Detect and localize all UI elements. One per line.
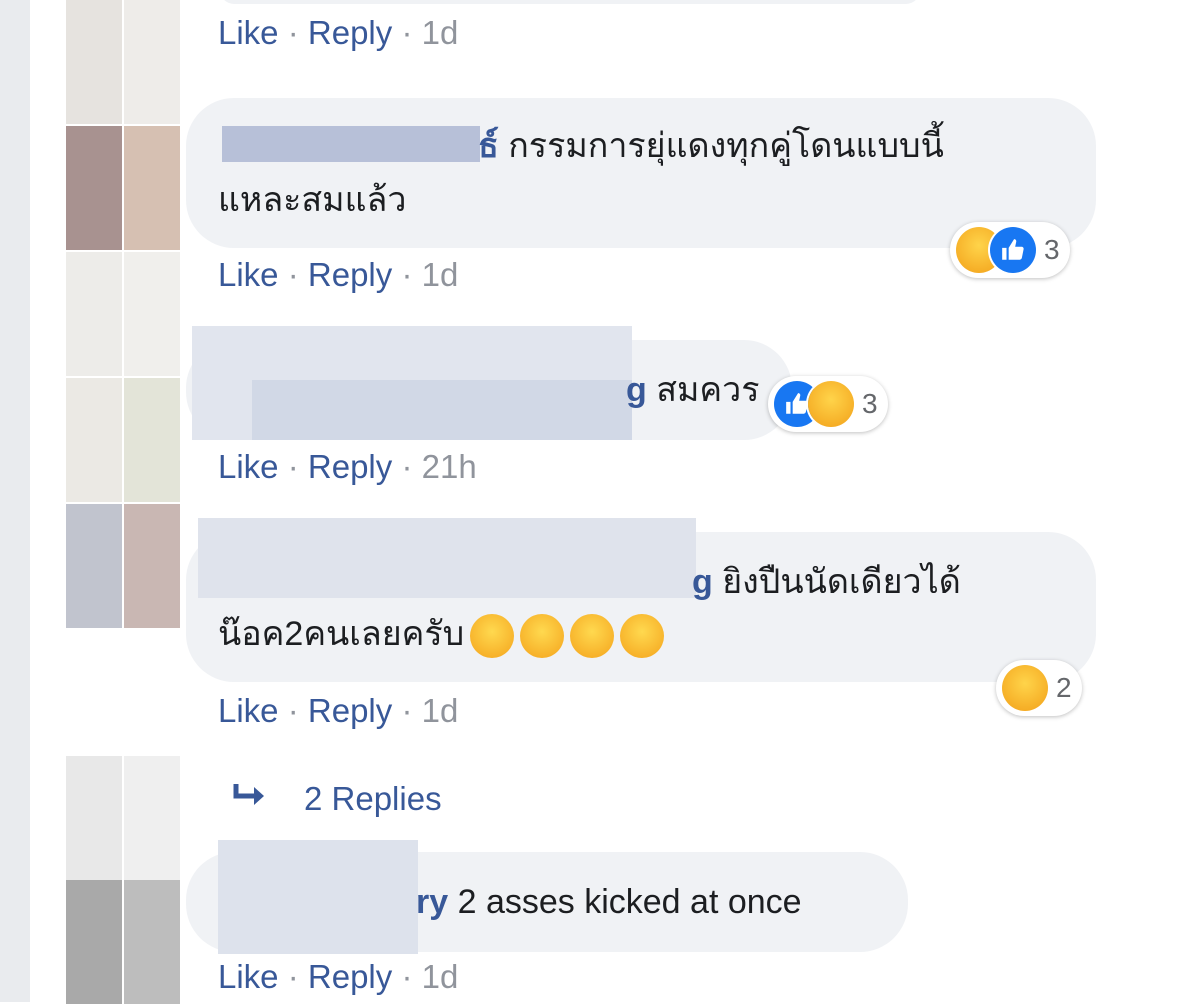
avatar[interactable] xyxy=(66,126,122,250)
author-name-blur xyxy=(198,518,696,598)
reply-link[interactable]: Reply xyxy=(308,692,392,729)
reply-link[interactable]: Reply xyxy=(308,14,392,51)
comment-text-line1: กรรมการยุ่แดงทุกคู่โดนแบบนี้ xyxy=(508,127,944,165)
avatar[interactable] xyxy=(124,378,180,502)
like-link[interactable]: Like xyxy=(218,958,279,995)
avatar-blur xyxy=(66,252,122,376)
timestamp[interactable]: 1d xyxy=(422,256,459,293)
avatar[interactable] xyxy=(124,504,180,628)
comment-actions: Like · Reply · 21h xyxy=(218,448,477,486)
reply-link[interactable]: Reply xyxy=(308,958,392,995)
grin-emoji-icon xyxy=(570,614,615,659)
comment-text-line1: สมควร xyxy=(656,371,760,409)
separator: · xyxy=(287,448,299,485)
avatar-blur xyxy=(124,0,180,124)
comment-text: ธ์ กรรมการยุ่แดงทุกคู่โดนแบบนี้ xyxy=(478,118,944,174)
comment-actions: Like · Reply · 1d xyxy=(218,14,458,52)
avatar[interactable] xyxy=(66,378,122,502)
comment-text-line1: ยิงปืนนัดเดียวได้ xyxy=(722,563,961,601)
comment-text: g ยิงปืนนัดเดียวได้ xyxy=(692,554,961,610)
separator: · xyxy=(287,256,299,293)
separator: · xyxy=(287,14,299,51)
replies-label[interactable]: 2 Replies xyxy=(304,780,442,817)
timestamp[interactable]: 1d xyxy=(422,692,459,729)
comment-text: ry 2 asses kicked at once xyxy=(416,874,802,930)
reaction-count: 3 xyxy=(1044,234,1060,265)
like-link[interactable]: Like xyxy=(218,256,279,293)
grin-emoji-icon xyxy=(620,614,665,659)
haha-reaction-icon xyxy=(808,381,854,427)
reply-link[interactable]: Reply xyxy=(308,448,392,485)
author-name-blur xyxy=(252,380,632,440)
comment-text: g สมควร xyxy=(626,362,760,418)
author-name[interactable]: ธ์ xyxy=(478,127,499,165)
separator: · xyxy=(401,692,413,729)
comment-text-line2: แหละสมแล้ว xyxy=(218,181,407,219)
comment-text-line2-row: น๊อค2คนเลยครับ xyxy=(218,606,665,662)
author-name-blur xyxy=(218,840,418,954)
like-reaction-icon xyxy=(990,227,1036,273)
like-link[interactable]: Like xyxy=(218,14,279,51)
avatar-blur xyxy=(124,252,180,376)
avatar[interactable] xyxy=(66,504,122,628)
separator: · xyxy=(401,958,413,995)
avatar-blur xyxy=(66,880,122,1004)
comment-text-line1: 2 asses kicked at once xyxy=(457,883,802,921)
reaction-summary[interactable]: 3 xyxy=(950,222,1070,278)
left-gutter xyxy=(0,0,30,1002)
author-name[interactable]: g xyxy=(626,371,647,409)
reaction-summary[interactable]: 2 xyxy=(996,660,1082,716)
bubble-edge xyxy=(220,0,920,4)
avatar[interactable] xyxy=(124,756,180,880)
haha-reaction-icon xyxy=(1002,665,1048,711)
like-link[interactable]: Like xyxy=(218,692,279,729)
reply-link[interactable]: Reply xyxy=(308,256,392,293)
view-replies-link[interactable]: 2 Replies xyxy=(232,780,442,820)
avatar-blur xyxy=(124,880,180,1004)
reaction-count: 3 xyxy=(862,388,878,419)
separator: · xyxy=(287,692,299,729)
grin-emoji-icon xyxy=(520,614,565,659)
author-name[interactable]: ry xyxy=(416,883,448,921)
separator: · xyxy=(401,14,413,51)
author-name[interactable]: g xyxy=(692,563,713,601)
avatar[interactable] xyxy=(124,126,180,250)
comment-actions: Like · Reply · 1d xyxy=(218,256,458,294)
grin-emoji-icon xyxy=(470,614,515,659)
like-link[interactable]: Like xyxy=(218,448,279,485)
timestamp[interactable]: 1d xyxy=(422,958,459,995)
avatar-blur xyxy=(66,0,122,124)
avatar[interactable] xyxy=(66,756,122,880)
separator: · xyxy=(401,256,413,293)
timestamp[interactable]: 21h xyxy=(422,448,477,485)
comment-text-line2: น๊อค2คนเลยครับ xyxy=(218,615,465,653)
reply-arrow-icon xyxy=(232,782,270,820)
timestamp[interactable]: 1d xyxy=(422,14,459,51)
separator: · xyxy=(287,958,299,995)
reaction-count: 2 xyxy=(1056,672,1072,703)
author-name-blur xyxy=(222,126,480,162)
reaction-summary[interactable]: 3 xyxy=(768,376,888,432)
comment-actions: Like · Reply · 1d xyxy=(218,692,458,730)
separator: · xyxy=(401,448,413,485)
comment-actions: Like · Reply · 1d xyxy=(218,958,458,996)
